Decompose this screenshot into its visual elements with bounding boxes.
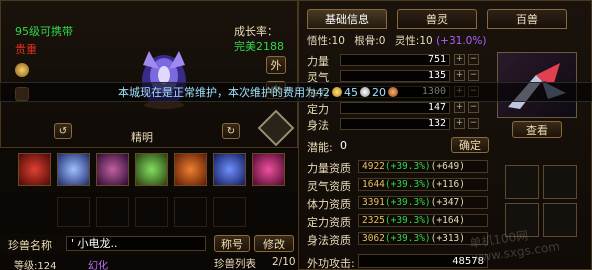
apt-row-strength: 4922(+39.3%)(+649) [358, 160, 488, 173]
rotate-left-button[interactable]: ↺ [54, 123, 72, 139]
attr-minus-agility[interactable]: − [468, 118, 479, 129]
skill-slot-5[interactable] [174, 153, 207, 186]
pet-level: 等级:124 [14, 261, 57, 270]
skill-slot-2[interactable] [57, 153, 90, 186]
tab-basic-info[interactable]: 基础信息 [307, 9, 387, 29]
silver-amount: 45 [344, 85, 358, 99]
diamond-emblem-icon [257, 109, 295, 147]
tab-hundred-beasts[interactable]: 百兽 [487, 9, 567, 29]
attr-value-strength: 751 [340, 54, 450, 66]
wuxing-value: 悟性:10 [307, 35, 345, 47]
apt-base-spirit: 1644 [362, 179, 385, 190]
copper-amount: 20 [372, 85, 386, 99]
empty-slot-5[interactable] [213, 197, 246, 227]
growth-value: 完美2188 [234, 40, 284, 53]
rotate-right-icon: ↻ [226, 125, 236, 137]
pet-name-label: 珍兽名称 [8, 239, 52, 252]
outer-view-button[interactable]: 外 [266, 56, 286, 74]
attr-plus-focus[interactable]: + [454, 102, 465, 113]
skill-slot-7[interactable] [252, 153, 285, 186]
attr-value-agility: 132 [340, 118, 450, 130]
pet-type-label: 精明 [131, 131, 153, 144]
pet-portrait-panel: 95级可携带 贵重 成长率： 完美2188 外 内 ↺ 精明 ↻ [0, 0, 298, 148]
copper-coin-icon [388, 87, 398, 97]
notice-text: 本城现在是正常维护，本次维护的费用为 [118, 86, 316, 99]
equip-slot-2[interactable] [543, 165, 577, 199]
confirm-button[interactable]: 确定 [451, 137, 489, 153]
equip-slot-1[interactable] [505, 165, 539, 199]
empty-skill-slots [0, 193, 298, 233]
maintenance-notice: 本城现在是正常维护，本次维护的费用为 42 45 20 [0, 82, 592, 102]
attr-plus-strength[interactable]: + [454, 54, 465, 65]
title-button[interactable]: 称号 [214, 235, 250, 252]
skill-slots [0, 150, 298, 192]
lingxing-value: 灵性:10 [394, 35, 433, 47]
apt-base-strength: 4922 [362, 161, 385, 172]
pet-list-count: 2/10 [272, 256, 296, 268]
view-button[interactable]: 查看 [512, 121, 562, 138]
apt-bonus-strength: (+649) [430, 161, 465, 172]
empty-slot-3[interactable] [135, 197, 168, 227]
skill-slot-1[interactable] [18, 153, 51, 186]
outer-attack-label: 外功攻击: [307, 257, 355, 270]
pet-gender-icon [15, 63, 29, 77]
pet-name-field[interactable]: ' 小电龙.. [66, 236, 206, 251]
attr-plus-agility[interactable]: + [454, 118, 465, 129]
gengu-value: 根骨:0 [354, 35, 386, 47]
rarity-label: 贵重 [15, 43, 37, 56]
lingxing-bonus: (+31.0%) [436, 35, 487, 47]
skill-slot-4[interactable] [135, 153, 168, 186]
apt-row-focus: 2325(+39.3%)(+164) [358, 214, 488, 227]
skill-slot-3[interactable] [96, 153, 129, 186]
level-requirement: 95级可携带 [15, 25, 73, 38]
pet-list-label: 珍兽列表 [214, 258, 256, 270]
attr-minus-spirit[interactable]: − [468, 70, 479, 81]
attr-value-spirit: 135 [340, 70, 450, 82]
apt-pct-focus: (+39.3%) [384, 215, 431, 226]
apt-base-focus: 2325 [362, 215, 385, 226]
rotate-left-icon: ↺ [58, 125, 68, 137]
empty-slot-4[interactable] [174, 197, 207, 227]
apt-row-spirit: 1644(+39.3%)(+116) [358, 178, 488, 191]
apt-row-stamina: 3391(+39.3%)(+347) [358, 196, 488, 209]
attr-label-agility: 身法 [307, 119, 329, 132]
apt-base-stamina: 3391 [362, 197, 385, 208]
potential-value: 0 [340, 139, 347, 152]
empty-slot-1[interactable] [57, 197, 90, 227]
empty-slot-2[interactable] [96, 197, 129, 227]
apt-bonus-stamina: (+347) [430, 197, 465, 208]
modify-button[interactable]: 修改 [254, 235, 294, 252]
attr-minus-strength[interactable]: − [468, 54, 479, 65]
pet-name-value: ' 小电龙.. [71, 237, 118, 250]
apt-pct-spirit: (+39.3%) [384, 179, 431, 190]
apt-pct-agility: (+39.3%) [384, 233, 431, 244]
attr-value-focus: 147 [340, 102, 450, 114]
gold-coin-icon [332, 87, 342, 97]
tab-beast-spirit[interactable]: 兽灵 [397, 9, 477, 29]
pet-name-row: 珍兽名称 ' 小电龙.. 称号 修改 [0, 234, 298, 254]
silver-coin-icon [360, 87, 370, 97]
attr-plus-spirit[interactable]: + [454, 70, 465, 81]
growth-label: 成长率： [234, 25, 278, 38]
apt-base-agility: 3062 [362, 233, 385, 244]
attr-label-strength: 力量 [307, 55, 329, 68]
apt-bonus-spirit: (+116) [430, 179, 465, 190]
apt-bonus-agility: (+313) [430, 233, 465, 244]
attr-minus-focus[interactable]: − [468, 102, 479, 113]
outer-attack-box: 48578 [358, 254, 488, 268]
transform-label: 幻化 [88, 261, 108, 270]
apt-bonus-focus: (+164) [430, 215, 465, 226]
apt-pct-stamina: (+39.3%) [384, 197, 431, 208]
stats-row: 悟性:10 根骨:0 灵性:10 (+31.0%) [307, 33, 577, 47]
apt-pct-strength: (+39.3%) [384, 161, 431, 172]
potential-label: 潜能: [307, 141, 333, 154]
skill-slot-6[interactable] [213, 153, 246, 186]
attr-label-focus: 定力 [307, 103, 329, 116]
rotate-right-button[interactable]: ↻ [222, 123, 240, 139]
gold-amount: 42 [316, 85, 330, 99]
